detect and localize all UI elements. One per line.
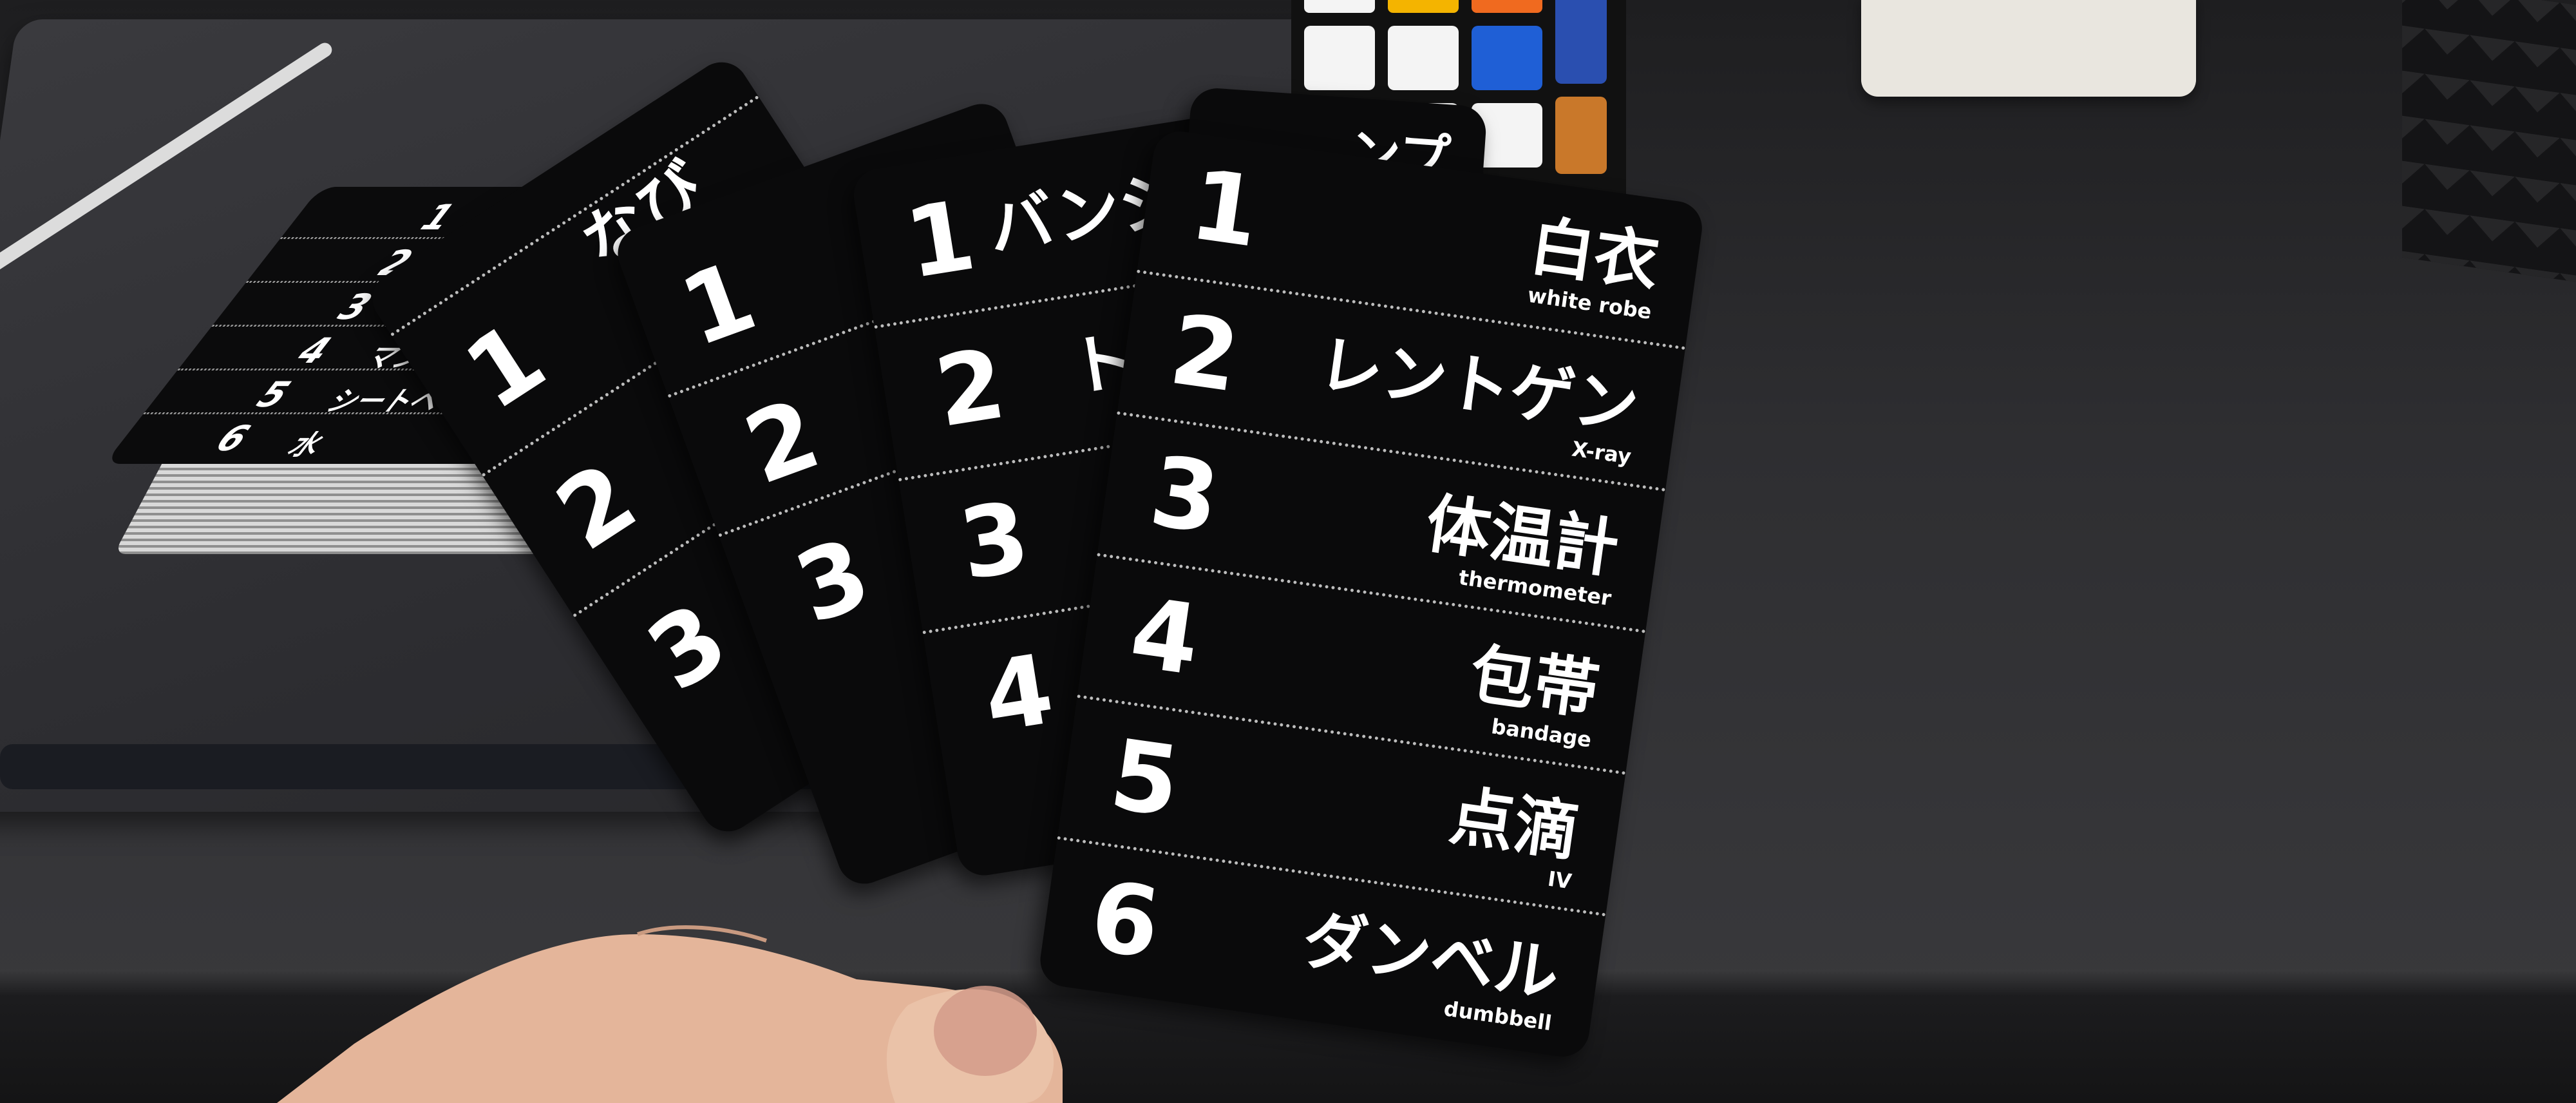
- row-number: 4: [1124, 577, 1206, 698]
- card-b-number: 3: [952, 481, 1037, 602]
- card-d-number: 3: [629, 582, 747, 713]
- card-b-number: 1: [898, 179, 983, 301]
- row-number: 2: [1163, 293, 1246, 414]
- patterned-box: [2402, 0, 2576, 284]
- row-japanese-label: レントゲン: [1314, 325, 1643, 446]
- tin-container: [1861, 0, 2196, 97]
- row-english-label: IV: [1546, 866, 1573, 894]
- hand: [277, 925, 1063, 1103]
- deck-row-number: 4: [286, 331, 343, 371]
- row-japanese-label: 体温計: [1421, 485, 1624, 588]
- row-number: 3: [1144, 435, 1226, 556]
- card-b-number: 2: [928, 328, 1012, 450]
- row-japanese-label: 白衣: [1525, 207, 1664, 301]
- row-japanese-label: 包帯: [1465, 636, 1604, 729]
- deck-row-label: 水: [280, 429, 333, 461]
- row-number: 1: [1184, 149, 1267, 269]
- card-c-number: 3: [782, 517, 884, 646]
- card-c-number: 1: [667, 240, 770, 369]
- deck-row-number: 6: [205, 418, 261, 459]
- card-b-number: 4: [976, 633, 1061, 755]
- row-japanese-label: 点滴: [1445, 778, 1584, 870]
- deck-row-number: 5: [245, 374, 302, 415]
- card-d-number: 2: [538, 441, 656, 573]
- card-d-number: 1: [446, 301, 564, 432]
- card-c-number: 2: [731, 378, 833, 506]
